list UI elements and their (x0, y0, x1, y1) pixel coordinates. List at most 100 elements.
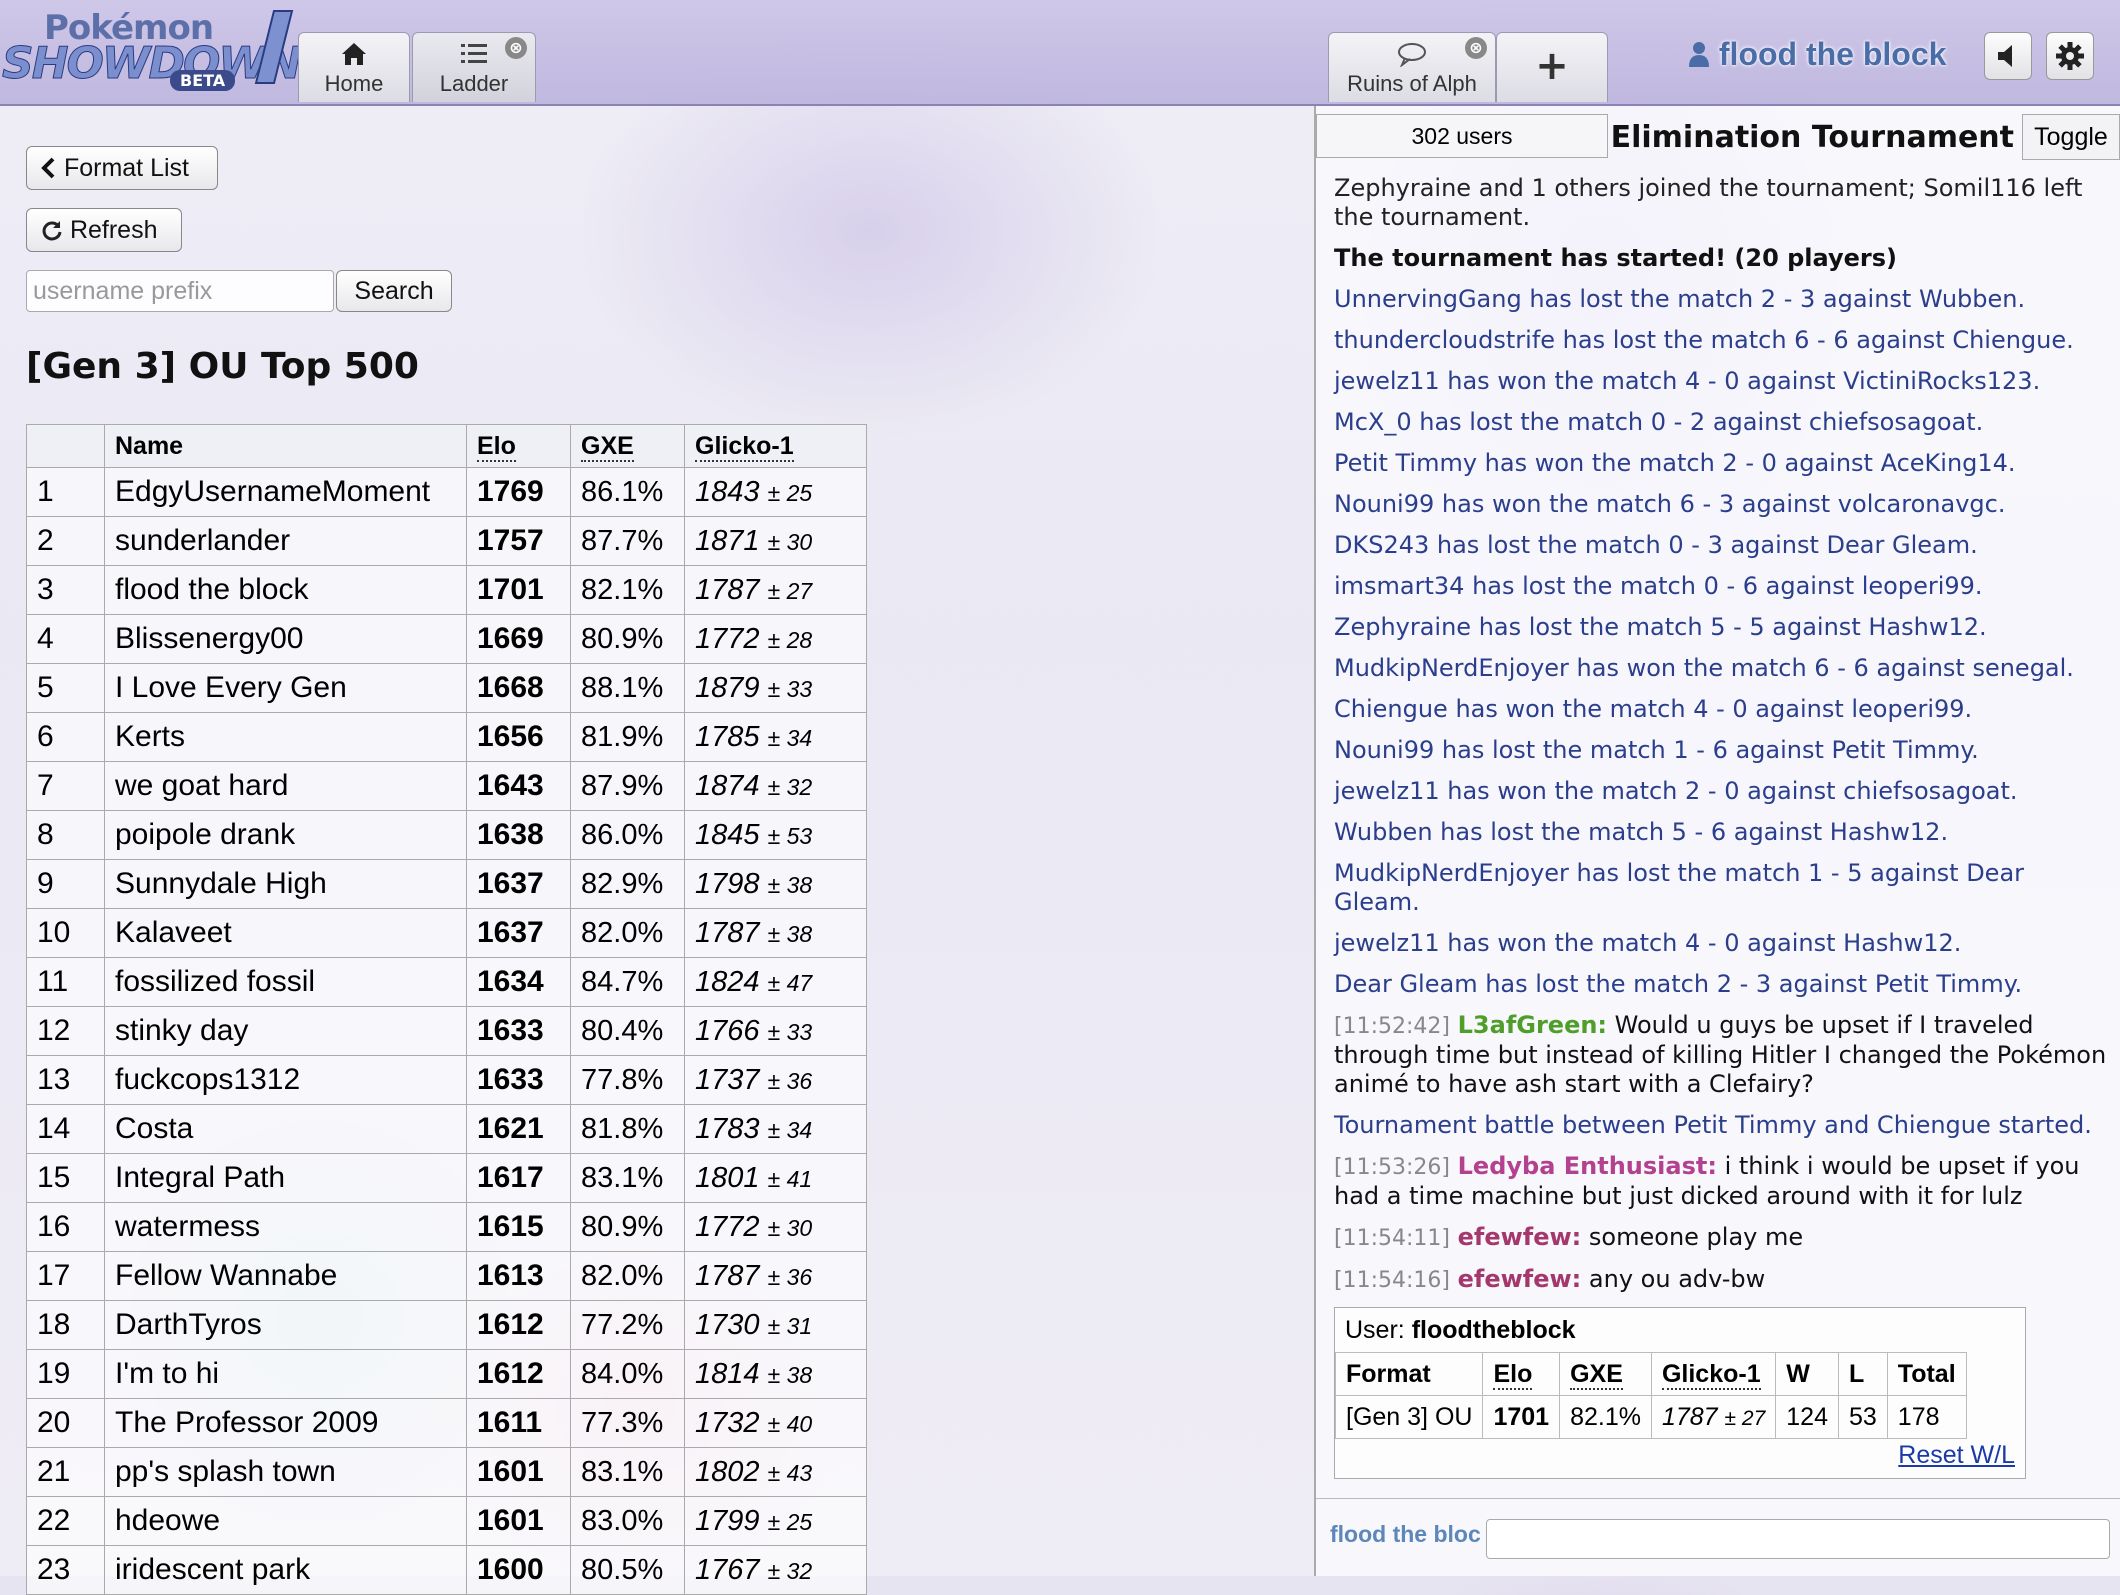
rank-cell: 17 (26, 1251, 105, 1301)
glicko-cell: 1766 ± 33 (684, 1006, 867, 1056)
rank-cell: 12 (26, 1006, 105, 1056)
glicko-cell: 1874 ± 32 (684, 761, 867, 811)
tab-ladder[interactable]: Ladder ⊗ (412, 32, 536, 102)
tab-ladder-label: Ladder (439, 71, 509, 96)
rank-cell: 20 (26, 1398, 105, 1448)
player-name-link[interactable]: I'm to hi (104, 1349, 467, 1399)
current-username[interactable]: flood the block (1688, 36, 1946, 73)
message-timestamp: [11:54:11] (1334, 1226, 1450, 1251)
player-name-link[interactable]: Fellow Wannabe (104, 1251, 467, 1301)
message-timestamp: [11:53:26] (1334, 1155, 1450, 1180)
glicko-cell: 1787 ± 36 (684, 1251, 867, 1301)
settings-button[interactable] (2046, 32, 2094, 80)
tournament-result-message: Tournament battle between Petit Timmy an… (1334, 1111, 2092, 1139)
system-message: The tournament has started! (20 players) (1334, 244, 1897, 272)
gxe-cell: 88.1% (570, 663, 685, 713)
rank-cell: 16 (26, 1202, 105, 1252)
col-losses: L (1837, 1352, 1888, 1396)
player-name-link[interactable]: DarthTyros (104, 1300, 467, 1350)
message-username[interactable]: L3afGreen: (1458, 1011, 1607, 1039)
username-prefix-input[interactable]: username prefix (26, 270, 334, 312)
user-ratings-row: [Gen 3] OU 1701 82.1% 1787 ± 27 124 53 1… (1334, 1395, 1967, 1439)
gxe-cell: 86.0% (570, 810, 685, 860)
player-name-link[interactable]: Kerts (104, 712, 467, 762)
user-list-toggle[interactable]: 302 users (1316, 114, 1608, 158)
player-name-link[interactable]: Sunnydale High (104, 859, 467, 909)
volume-icon (1998, 45, 2012, 67)
chevron-left-icon (41, 157, 55, 179)
message-username[interactable]: efewfew: (1458, 1223, 1582, 1251)
gxe-cell: 77.8% (570, 1055, 685, 1105)
format-list-button[interactable]: Format List (26, 146, 218, 190)
pokemon-showdown-logo[interactable]: Pokémon SHOWDOWN BETA (2, 8, 302, 98)
glicko-cell: 1802 ± 43 (684, 1447, 867, 1497)
tab-home[interactable]: Home (298, 32, 410, 102)
tournament-result-message: jewelz11 has won the match 4 - 0 against… (1334, 929, 1962, 957)
player-name-link[interactable]: Costa (104, 1104, 467, 1154)
gxe-cell: 83.0% (570, 1496, 685, 1546)
glicko-cell: 1824 ± 47 (684, 957, 867, 1007)
col-total: Total (1886, 1352, 1967, 1396)
plus-icon: + (1535, 43, 1569, 89)
player-name-link[interactable]: poipole drank (104, 810, 467, 860)
ladder-row: 8 poipole drank 1638 86.0% 1845 ± 53 (26, 810, 867, 860)
glicko-cell: 1798 ± 38 (684, 859, 867, 909)
player-name-link[interactable]: hdeowe (104, 1496, 467, 1546)
elo-cell: 1611 (466, 1398, 571, 1448)
user-icon (1689, 42, 1709, 67)
chat-message: [11:54:16] efewfew: any ou adv-bw (1334, 1265, 2114, 1295)
tournament-toggle-button[interactable]: Toggle (2022, 114, 2120, 160)
rank-cell: 18 (26, 1300, 105, 1350)
player-name-link[interactable]: we goat hard (104, 761, 467, 811)
search-button[interactable]: Search (336, 270, 452, 312)
refresh-button[interactable]: Refresh (26, 208, 182, 252)
rank-cell: 1 (26, 467, 105, 517)
player-name-link[interactable]: stinky day (104, 1006, 467, 1056)
ladder-row: 19 I'm to hi 1612 84.0% 1814 ± 38 (26, 1349, 867, 1399)
reset-wl-link[interactable]: Reset W/L (1898, 1441, 2015, 1470)
elo-cell: 1757 (466, 516, 571, 566)
elo-cell: 1621 (466, 1104, 571, 1154)
glicko-cell: 1814 ± 38 (684, 1349, 867, 1399)
chat-message-input[interactable] (1486, 1519, 2110, 1559)
gxe-cell: 82.1% (1559, 1395, 1652, 1439)
glicko-cell: 1783 ± 34 (684, 1104, 867, 1154)
player-name-link[interactable]: The Professor 2009 (104, 1398, 467, 1448)
tournament-result-message: Nouni99 has won the match 6 - 3 against … (1334, 490, 2006, 518)
player-name-link[interactable]: fossilized fossil (104, 957, 467, 1007)
ladder-title: [Gen 3] OU Top 500 (26, 346, 419, 387)
rank-cell: 6 (26, 712, 105, 762)
gxe-cell: 80.5% (570, 1545, 685, 1595)
ladder-row: 21 pp's splash town 1601 83.1% 1802 ± 43 (26, 1447, 867, 1497)
chat-username-label[interactable]: flood the block (1330, 1521, 1480, 1548)
current-username-text: flood the block (1718, 36, 1947, 72)
new-tab-button[interactable]: + (1496, 32, 1608, 102)
message-username[interactable]: efewfew: (1458, 1265, 1582, 1293)
player-name-link[interactable]: Kalaveet (104, 908, 467, 958)
sound-button[interactable] (1984, 32, 2032, 80)
userbox-title: User: floodtheblock (1345, 1316, 1576, 1344)
player-name-link[interactable]: I Love Every Gen (104, 663, 467, 713)
player-name-link[interactable]: iridescent park (104, 1545, 467, 1595)
player-name-link[interactable]: Blissenergy00 (104, 614, 467, 664)
player-name-link[interactable]: flood the block (104, 565, 467, 615)
player-name-link[interactable]: watermess (104, 1202, 467, 1252)
close-tab-icon[interactable]: ⊗ (1465, 37, 1487, 59)
player-name-link[interactable]: Integral Path (104, 1153, 467, 1203)
col-rank (26, 424, 105, 468)
player-name-link[interactable]: pp's splash town (104, 1447, 467, 1497)
tab-ruins-of-alph[interactable]: Ruins of Alph ⊗ (1328, 32, 1496, 102)
player-name-link[interactable]: fuckcops1312 (104, 1055, 467, 1105)
ladder-row: 15 Integral Path 1617 83.1% 1801 ± 41 (26, 1153, 867, 1203)
rank-cell: 3 (26, 565, 105, 615)
rank-cell: 2 (26, 516, 105, 566)
system-message: Zephyraine and 1 others joined the tourn… (1334, 174, 2083, 231)
losses-cell: 53 (1837, 1395, 1888, 1439)
gxe-cell: 84.7% (570, 957, 685, 1007)
player-name-link[interactable]: sunderlander (104, 516, 467, 566)
message-username[interactable]: Ledyba Enthusiast: (1458, 1152, 1717, 1180)
gxe-cell: 82.0% (570, 908, 685, 958)
player-name-link[interactable]: EdgyUsernameMoment (104, 467, 467, 517)
glicko-cell: 1772 ± 28 (684, 614, 867, 664)
close-tab-icon[interactable]: ⊗ (505, 37, 527, 59)
